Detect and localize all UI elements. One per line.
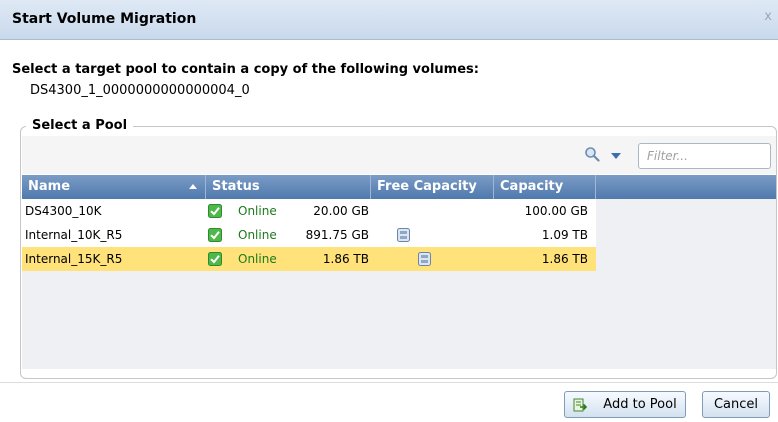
pool-name: DS4300_10K bbox=[25, 204, 102, 218]
footer-divider bbox=[0, 382, 778, 383]
pool-free-capacity: 1.86 TB bbox=[322, 252, 369, 266]
pool-status: Online bbox=[238, 228, 277, 242]
search-icon[interactable] bbox=[584, 146, 600, 162]
column-label: Free Capacity bbox=[377, 179, 477, 194]
column-label: Capacity bbox=[500, 179, 564, 194]
column-label: Name bbox=[28, 179, 71, 194]
pool-capacity: 1.86 TB bbox=[541, 252, 588, 266]
pool-name: Internal_15K_R5 bbox=[25, 252, 123, 266]
pool-free-capacity: 891.75 GB bbox=[305, 228, 369, 242]
column-header-name[interactable]: Name bbox=[22, 175, 206, 199]
pool-name: Internal_10K_R5 bbox=[25, 228, 123, 242]
volume-name: DS4300_1_0000000000000004_0 bbox=[30, 83, 250, 98]
filter-input[interactable] bbox=[638, 143, 771, 169]
column-header-capacity[interactable]: Capacity bbox=[494, 175, 596, 199]
pool-free-capacity: 20.00 GB bbox=[313, 204, 369, 218]
pool-table: Name Status Free Capacity Capacity DS430… bbox=[22, 175, 776, 369]
online-check-icon bbox=[208, 204, 222, 218]
add-to-pool-button[interactable]: Add to Pool bbox=[564, 391, 686, 418]
close-icon[interactable]: x bbox=[764, 9, 772, 24]
pool-legend: Select a Pool bbox=[26, 118, 134, 133]
column-header-status[interactable]: Status bbox=[206, 175, 371, 199]
add-to-pool-label: Add to Pool bbox=[603, 397, 677, 412]
column-label: Status bbox=[212, 179, 260, 194]
pool-capacity: 100.00 GB bbox=[524, 204, 588, 218]
table-row[interactable]: Internal_10K_R5 Online 891.75 GB 1.09 TB bbox=[22, 223, 596, 247]
pool-status: Online bbox=[238, 204, 277, 218]
add-to-pool-icon bbox=[573, 398, 588, 412]
instruction-text: Select a target pool to contain a copy o… bbox=[12, 62, 479, 77]
chevron-down-icon[interactable] bbox=[611, 153, 621, 159]
pool-capacity: 1.09 TB bbox=[541, 228, 588, 242]
online-check-icon bbox=[208, 228, 222, 242]
table-row-selected[interactable]: Internal_15K_R5 Online 1.86 TB 1.86 TB bbox=[22, 247, 596, 271]
storage-icon bbox=[418, 252, 431, 266]
storage-icon bbox=[397, 228, 410, 242]
table-header: Name Status Free Capacity Capacity bbox=[22, 175, 776, 199]
table-row[interactable]: DS4300_10K Online 20.00 GB 100.00 GB bbox=[22, 199, 596, 223]
dialog-titlebar: Start Volume Migration x bbox=[0, 0, 778, 40]
dialog-title: Start Volume Migration bbox=[12, 11, 197, 27]
sort-ascending-icon bbox=[189, 184, 197, 189]
column-header-free-capacity[interactable]: Free Capacity bbox=[371, 175, 494, 199]
cancel-button[interactable]: Cancel bbox=[702, 391, 770, 418]
start-volume-migration-dialog: Start Volume Migration x Select a target… bbox=[0, 0, 778, 422]
online-check-icon bbox=[208, 252, 222, 266]
pool-status: Online bbox=[238, 252, 277, 266]
